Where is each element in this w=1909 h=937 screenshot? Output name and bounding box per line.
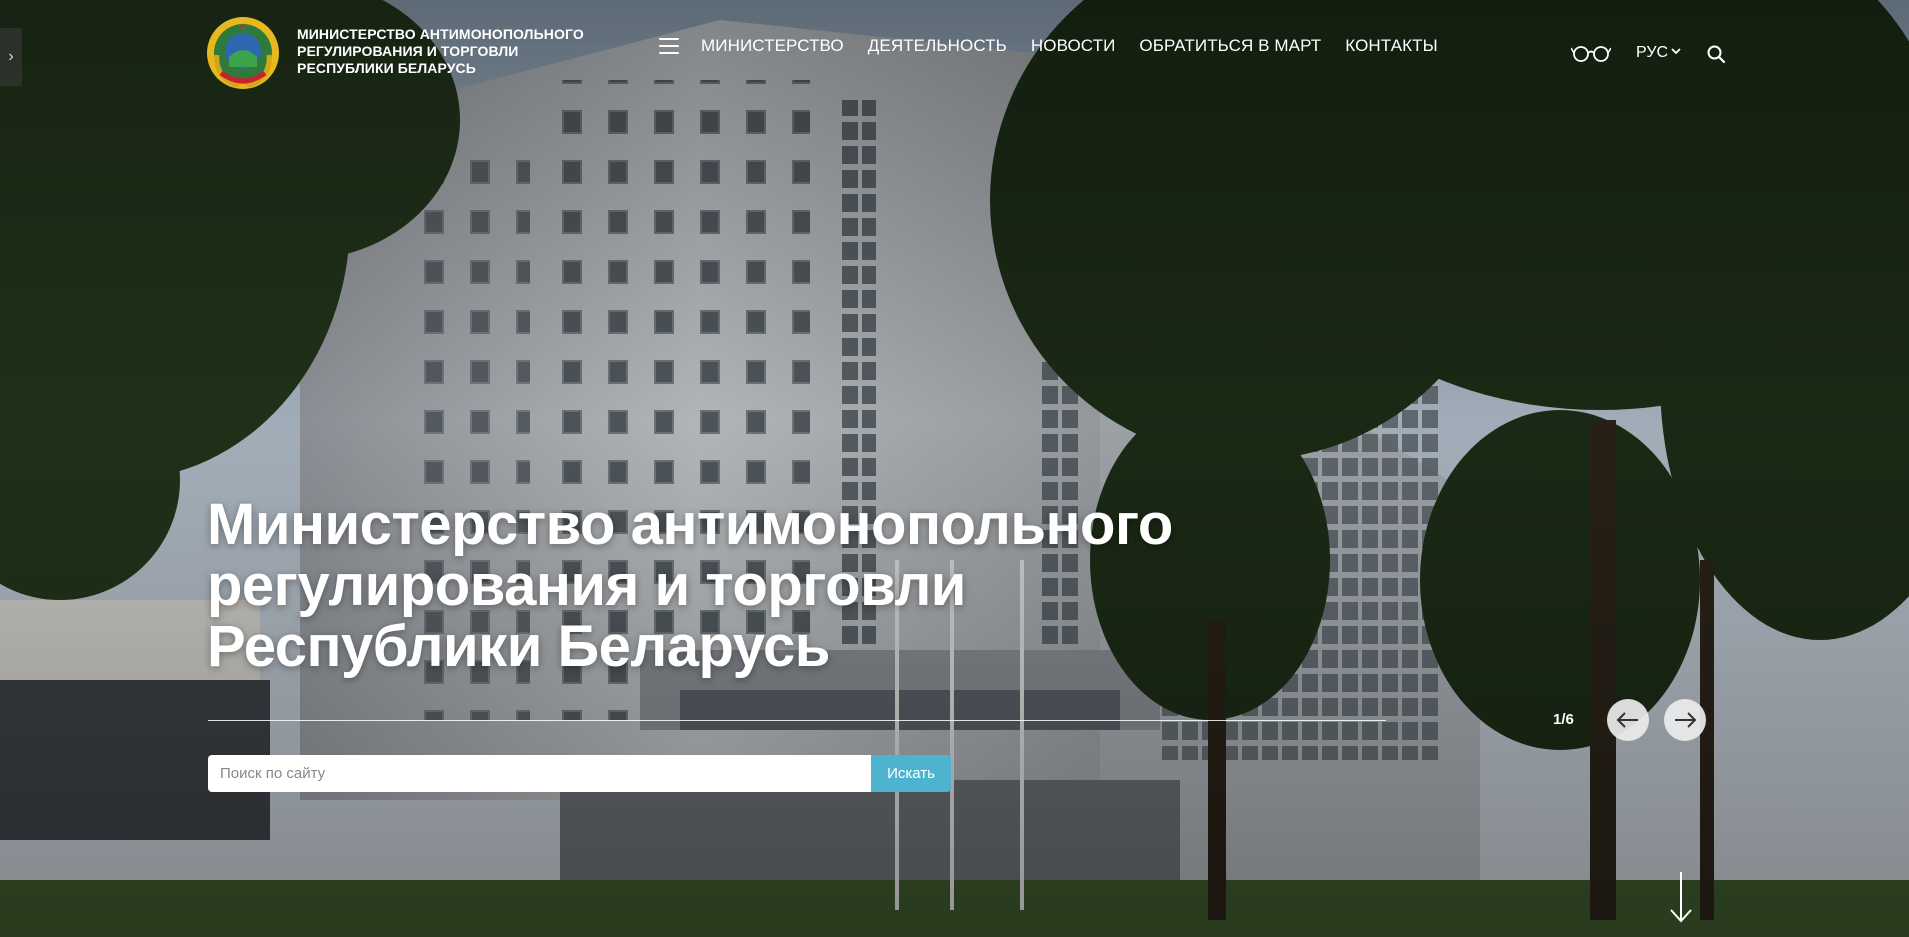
slider-prev-button[interactable] [1607, 699, 1649, 741]
ministry-name-line: РЕГУЛИРОВАНИЯ И ТОРГОВЛИ [297, 43, 519, 59]
hero-title-line: регулирования и торговли [207, 553, 966, 618]
hero-title-line: Республики Беларусь [207, 614, 830, 679]
language-selector[interactable]: РУС [1636, 44, 1681, 62]
nav-item-activity[interactable]: ДЕЯТЕЛЬНОСТЬ [868, 36, 1007, 56]
arrow-left-icon [1616, 712, 1638, 728]
scroll-down-arrow-icon[interactable] [1669, 870, 1693, 924]
chevron-right-icon: › [8, 48, 14, 65]
main-navigation: МИНИСТЕРСТВО ДЕЯТЕЛЬНОСТЬ НОВОСТИ ОБРАТИ… [701, 36, 1462, 56]
hamburger-menu-icon[interactable] [659, 38, 679, 54]
nav-item-contact-mart[interactable]: ОБРАТИТЬСЯ В МАРТ [1139, 36, 1321, 56]
glasses-icon[interactable] [1570, 44, 1612, 62]
ministry-name[interactable]: МИНИСТЕРСТВО АНТИМОНОПОЛЬНОГО РЕГУЛИРОВА… [297, 26, 617, 77]
language-label: РУС [1636, 44, 1669, 61]
hero-title: Министерство антимонопольного регулирова… [207, 494, 1307, 677]
nav-item-news[interactable]: НОВОСТИ [1031, 36, 1116, 56]
site-search-form: Искать [208, 755, 951, 792]
nav-item-contacts[interactable]: КОНТАКТЫ [1345, 36, 1438, 56]
coat-of-arms-logo[interactable] [205, 15, 281, 91]
sidebar-toggle-button[interactable]: › [0, 28, 22, 86]
hero-title-line: Министерство антимонопольного [207, 492, 1173, 557]
ministry-name-line: МИНИСТЕРСТВО АНТИМОНОПОЛЬНОГО [297, 26, 584, 42]
ministry-name-line: РЕСПУБЛИКИ БЕЛАРУСЬ [297, 60, 476, 76]
search-icon[interactable] [1707, 45, 1726, 64]
arrow-right-icon [1675, 712, 1697, 728]
slider-next-button[interactable] [1664, 699, 1706, 741]
search-button[interactable]: Искать [871, 755, 951, 792]
hero-background-image [0, 0, 1909, 937]
slider-progress-line [208, 720, 1386, 721]
search-input[interactable] [208, 755, 871, 792]
nav-item-ministry[interactable]: МИНИСТЕРСТВО [701, 36, 844, 56]
site-header: › МИНИСТЕРСТВО АНТИМОНОПОЛЬНОГО РЕГУЛИРО… [0, 0, 1909, 100]
slide-counter: 1/6 [1553, 711, 1574, 728]
chevron-down-icon [1671, 46, 1681, 58]
